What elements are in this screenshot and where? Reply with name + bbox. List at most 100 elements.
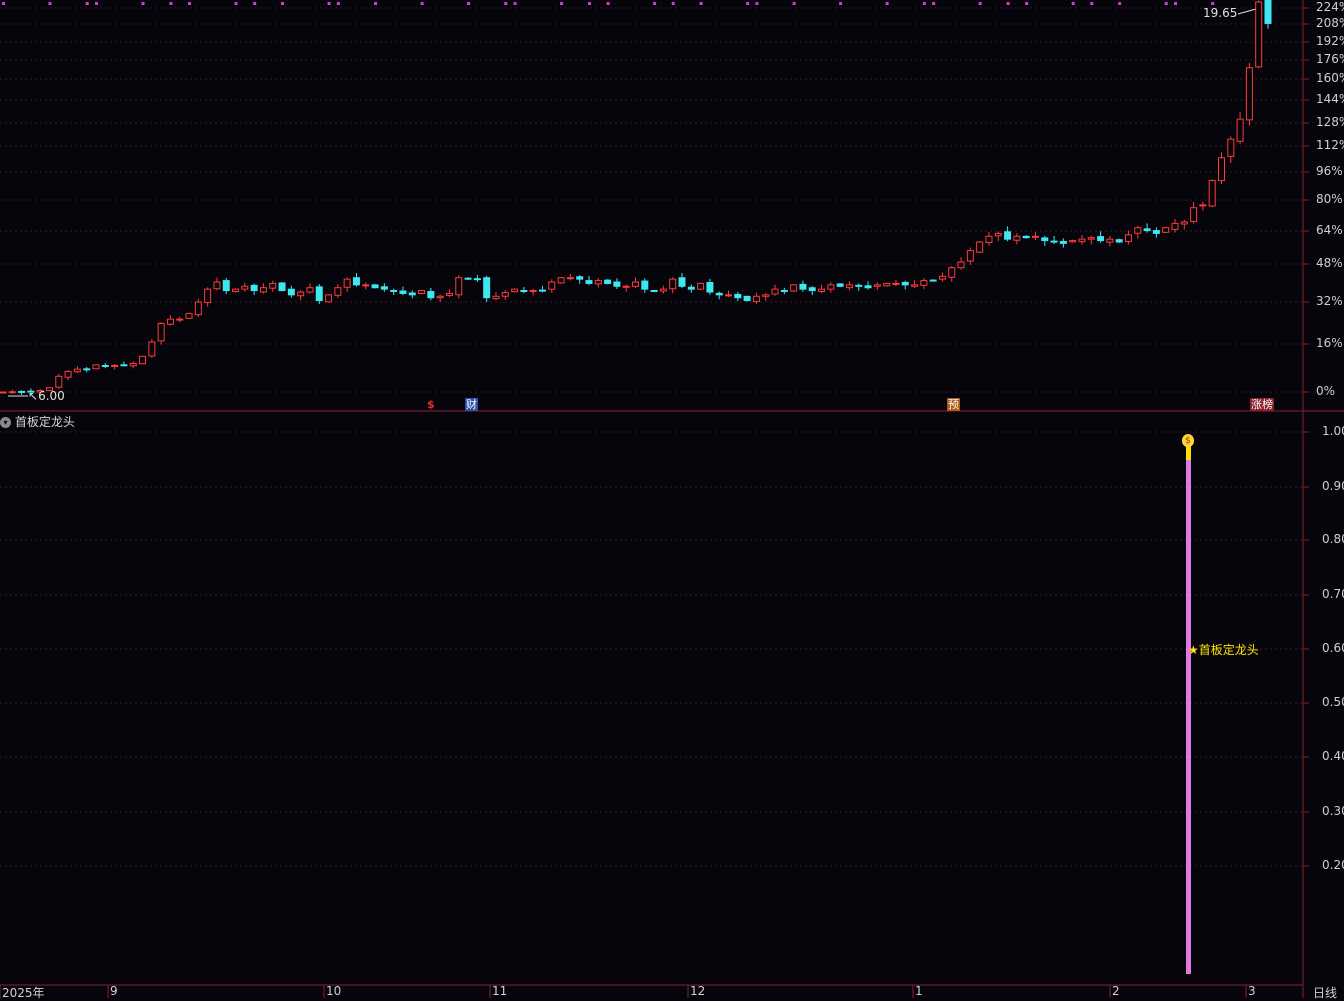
pct-tick-label: 32% [1316,294,1343,308]
candlestick-series [0,0,1272,395]
chart-stage [0,0,1344,998]
candle-body [492,295,500,300]
signal-dot [234,2,238,5]
indicator-tick-label: 0.80 [1322,532,1344,546]
candle-body [1050,240,1058,243]
pct-tick-label: 96% [1316,164,1343,178]
pct-tick-label: 80% [1316,192,1343,206]
signal-bar [1186,450,1191,974]
signal-dot [1071,2,1075,5]
signal-dot [374,2,378,5]
candle-body [55,375,63,388]
candle-body [259,287,267,293]
candle-body [111,364,119,367]
candle-body [176,318,184,321]
signal-dot [336,2,340,5]
marker-finance[interactable]: 财 [465,398,478,411]
money-bag-icon: $ [1182,434,1194,447]
indicator-plot [0,431,1309,974]
pct-tick-label: 160% [1316,71,1344,85]
candle-body [1199,204,1207,207]
candle-body [204,288,212,303]
signal-dot [467,2,471,5]
candle-body [371,284,379,289]
candle-body [1152,230,1160,234]
period-label[interactable]: 日线 [1313,984,1337,1001]
candle-body [808,287,816,292]
candle-body [92,364,100,370]
date-tick-label: 11 [492,984,508,998]
candle-body [557,277,565,284]
candle-body [985,235,993,244]
candle-body [883,282,891,287]
signal-dot [420,2,424,5]
indicator-title: 首板定龙头 [14,415,75,429]
candle-body [1171,222,1179,230]
signal-dot [978,2,982,5]
signal-dot [1211,2,1215,5]
signal-dot [653,2,657,5]
signal-dot [169,2,173,5]
candle-body [18,390,26,393]
candle-body [1031,235,1039,238]
indicator-tick-label: 0.90 [1322,479,1344,493]
collapse-icon[interactable]: ▾ [0,417,11,428]
candle-body [836,283,844,287]
candle-body [1264,0,1272,24]
pct-tick-label: 176% [1316,52,1344,66]
marker-forecast[interactable]: 预 [947,398,960,411]
candle-body [73,368,81,373]
candle-body [1208,180,1216,207]
candle-body [352,277,360,286]
pct-tick-label: 208% [1316,16,1344,30]
candle-body [1124,234,1132,242]
candle-body [771,288,779,295]
candle-body [920,280,928,286]
candle-body [957,261,965,269]
candle-body [585,280,593,284]
date-tick-label: 2 [1112,984,1120,998]
candle-body [929,279,937,282]
candle-body [827,284,835,290]
candle-body [659,288,667,292]
candle-body [166,318,174,325]
candle-body [250,284,258,292]
signal-dot [885,2,889,5]
candle-body [455,277,463,296]
signal-dot [2,2,5,5]
candle-body [464,277,472,280]
candle-body [864,285,872,289]
candle-body [157,322,165,342]
candle-body [1236,118,1244,142]
indicator-tick-label: 0.60 [1322,641,1344,655]
indicator-tick-label: 0.20 [1322,858,1344,872]
signal-bar-cap [1186,446,1191,460]
marker-limit-up-list[interactable]: 涨榜 [1250,398,1274,411]
date-tick-label: 10 [326,984,342,998]
candle-body [1134,227,1142,234]
candle-body [232,288,240,292]
candle-body [1245,67,1253,121]
candle-body [8,391,16,394]
pct-tick-label: 48% [1316,256,1343,270]
chart-frame [0,0,1344,998]
signal-dot [1090,2,1094,5]
marker-dollar[interactable]: $ [426,398,436,411]
candle-body [213,281,221,290]
candle-body [343,278,351,288]
candle-body [976,241,984,253]
candle-body [325,294,333,303]
signal-label: ★首板定龙头 [1188,643,1259,657]
candle-body [1059,240,1067,244]
indicator-tick-label: 0.50 [1322,695,1344,709]
indicator-header[interactable]: ▾ 首板定龙头 [0,413,75,430]
candle-body [64,370,72,378]
signal-dot [85,2,89,5]
candle-body [548,281,556,290]
date-tick-label: 3 [1248,984,1256,998]
date-tick-label: 12 [690,984,706,998]
candle-body [622,285,630,288]
candle-body [1078,238,1086,243]
candle-body [743,295,751,302]
candle-body [604,279,612,284]
